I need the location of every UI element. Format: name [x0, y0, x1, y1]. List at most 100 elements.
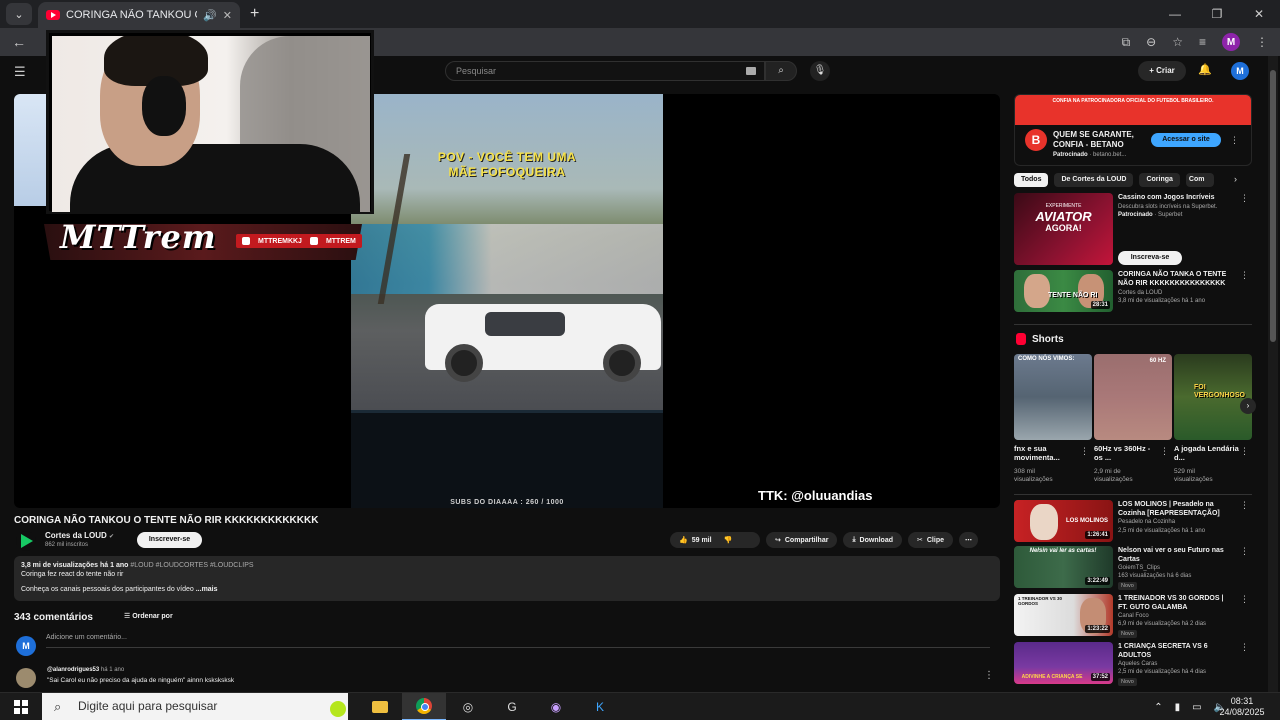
shorts-next-icon[interactable]: ›: [1240, 398, 1256, 414]
keyboard-icon[interactable]: [746, 67, 756, 75]
list-item[interactable]: ADIVINHE A CRIANÇA SE 37:52 1 CRIANÇA SE…: [1014, 642, 1254, 686]
browser-profile-avatar[interactable]: M: [1222, 33, 1240, 51]
short-item[interactable]: COMO NÓS VIMOS: fnx e sua movimenta... 3…: [1014, 354, 1092, 484]
short2-meta: 2,9 mi de visualizações: [1094, 468, 1172, 484]
recommended-video[interactable]: TENTE NÃO RI 28:31 CORINGA NÃO TANKA O T…: [1014, 270, 1254, 314]
more-actions-button[interactable]: ⋯: [959, 532, 978, 548]
chip-from-channel[interactable]: De Cortes da LOUD: [1054, 173, 1134, 187]
voice-search-icon[interactable]: 🎙: [810, 61, 830, 81]
page-scrollbar[interactable]: [1268, 56, 1278, 692]
ad-more-icon[interactable]: ⋮: [1230, 135, 1239, 146]
video2-channel[interactable]: GoiemTS_Clips: [1118, 565, 1160, 571]
create-label: Criar: [1156, 66, 1175, 75]
list-item[interactable]: LOS MOLINOS 1:26:41 LOS MOLINOS | Pesade…: [1014, 500, 1254, 544]
search-input[interactable]: Pesquisar: [445, 61, 765, 81]
youtube-small-icon: [309, 237, 318, 245]
close-tab-icon[interactable]: ✕: [223, 9, 232, 22]
windows-start-icon[interactable]: [14, 700, 28, 714]
browser-tab[interactable]: CORINGA NÃO TANKOU O 🔊 ✕: [38, 2, 240, 28]
video3-more-icon[interactable]: ⋮: [1240, 594, 1249, 605]
cast-icon[interactable]: ⧉: [1122, 35, 1131, 50]
video1-title[interactable]: LOS MOLINOS | Pesadelo na Cozinha [REAPR…: [1118, 500, 1230, 518]
taskbar-clock[interactable]: 08:31 24/08/2025: [1218, 696, 1266, 718]
youtube-account-avatar[interactable]: M: [1231, 62, 1249, 80]
list-item[interactable]: 1 TREINADOR VS 30 GORDOS 1:23:22 1 TREIN…: [1014, 594, 1254, 638]
zoom-icon[interactable]: ⊖: [1146, 35, 1156, 49]
dislike-icon[interactable]: 👎: [724, 536, 733, 544]
usb-icon[interactable]: ▮: [1175, 702, 1181, 713]
description-box[interactable]: 3,8 mi de visualizações há 1 ano #LOUD #…: [14, 556, 1000, 601]
video4-channel[interactable]: Aqueles Caras: [1118, 661, 1157, 667]
short3-thumbnail: FOI VERGONHOSO: [1174, 354, 1252, 440]
chrome-icon[interactable]: [402, 693, 446, 720]
tab-search-button[interactable]: ⌄: [6, 3, 32, 25]
file-explorer-icon[interactable]: [358, 693, 402, 720]
network-icon[interactable]: ▭: [1192, 702, 1201, 713]
sort-comments-button[interactable]: ☰ Ordenar por: [124, 612, 173, 620]
short3-more-icon[interactable]: ⋮: [1240, 446, 1249, 457]
sponsored-ad-card[interactable]: CONFIA NA PATROCINADORA OFICIAL DO FUTEB…: [1014, 94, 1252, 166]
download-button[interactable]: ⤓ Download: [843, 532, 902, 548]
hashtags[interactable]: #LOUD #LOUDCORTES #LOUDCLIPS: [130, 562, 253, 569]
subscribe-button[interactable]: Inscrever-se: [137, 532, 202, 548]
short-item[interactable]: 60 HZ 60Hz vs 360Hz - os ... 2,9 mi de vi…: [1094, 354, 1172, 484]
notifications-bell-icon[interactable]: 🔔: [1198, 63, 1212, 76]
tray-chevron-icon[interactable]: ⌃: [1154, 702, 1162, 713]
sponsored-recommendation[interactable]: EXPERIMENTE AVIATOR AGORA! Cassino com J…: [1014, 193, 1254, 267]
video4-title[interactable]: 1 CRIANÇA SECRETA VS 6 ADULTOS: [1118, 642, 1230, 660]
short2-more-icon[interactable]: ⋮: [1160, 446, 1169, 457]
rec1-more-icon[interactable]: ⋮: [1240, 270, 1249, 281]
channel-avatar[interactable]: [16, 531, 36, 551]
video3-channel[interactable]: Canal Foco: [1118, 613, 1149, 619]
short1-more-icon[interactable]: ⋮: [1080, 446, 1089, 457]
video1-channel[interactable]: Pesadelo na Cozinha: [1118, 519, 1175, 525]
restore-button[interactable]: ❐: [1196, 0, 1238, 28]
video1-more-icon[interactable]: ⋮: [1240, 500, 1249, 511]
channel-name[interactable]: Cortes da LOUD ✔: [45, 531, 114, 540]
chip-coringa[interactable]: Coringa: [1139, 173, 1180, 187]
rec-ad-title[interactable]: Cassino com Jogos Incríveis: [1118, 193, 1230, 202]
video4-more-icon[interactable]: ⋮: [1240, 642, 1249, 653]
browser-menu-icon[interactable]: ⋮: [1256, 35, 1268, 49]
chips-next-icon[interactable]: ›: [1234, 174, 1237, 184]
hamburger-menu-icon[interactable]: ☰: [14, 64, 26, 80]
close-window-button[interactable]: ✕: [1238, 0, 1280, 28]
description-more-link[interactable]: ...mais: [196, 586, 218, 593]
comment-author[interactable]: @alanrodrigues53 há 1 ano: [47, 667, 124, 673]
comment-more-icon[interactable]: ⋮: [984, 670, 994, 681]
taskbar-search-input[interactable]: ⌕ Digite aqui para pesquisar: [42, 693, 348, 720]
chip-com[interactable]: Com: [1185, 173, 1214, 187]
video2-title[interactable]: Nelson vai ver o seu Futuro nas Cartas: [1118, 546, 1230, 564]
media-control-icon[interactable]: ≡: [1199, 35, 1206, 49]
rec-ad-subscribe-button[interactable]: Inscreva-se: [1118, 251, 1182, 265]
new-tab-button[interactable]: +: [250, 5, 259, 23]
video3-title[interactable]: 1 TREINADOR VS 30 GORDOS | FT. GUTO GALA…: [1118, 594, 1230, 612]
search-button[interactable]: ⌕: [765, 61, 797, 81]
video2-more-icon[interactable]: ⋮: [1240, 546, 1249, 557]
commenter-avatar[interactable]: [16, 668, 36, 688]
app-icon-4[interactable]: K: [578, 693, 622, 720]
like-count: 59 mil: [691, 536, 712, 544]
rec1-channel[interactable]: Cortes da LOUD: [1118, 290, 1162, 296]
like-dislike-button[interactable]: 👍 59 mil 👎: [670, 532, 760, 548]
rec-ad-more-icon[interactable]: ⋮: [1240, 193, 1249, 204]
visit-site-button[interactable]: Acessar o site: [1151, 133, 1221, 147]
create-button[interactable]: + Criar: [1138, 61, 1186, 81]
add-comment-input[interactable]: Adicione um comentário...: [46, 634, 990, 648]
list-item[interactable]: Nelsin vai ler as cartas! 3:22:49 Nelson…: [1014, 546, 1254, 590]
short-item[interactable]: FOI VERGONHOSO A jogada Lendária d... 52…: [1174, 354, 1252, 484]
share-button[interactable]: ↪ Compartilhar: [766, 532, 838, 548]
chip-all[interactable]: Todos: [1014, 173, 1049, 187]
back-arrow-icon[interactable]: ←: [12, 34, 26, 50]
scrollbar-thumb[interactable]: [1270, 70, 1276, 342]
social-handle-2: MTTREM: [325, 237, 356, 245]
subs-counter: SUBS DO DIAAAA : 260 / 1000: [450, 499, 564, 506]
clip-button[interactable]: ✂ Clipe: [908, 532, 953, 548]
app-icon-3[interactable]: ◉: [534, 693, 578, 720]
bookmark-star-icon[interactable]: ☆: [1172, 35, 1183, 49]
minimize-button[interactable]: —: [1154, 0, 1196, 28]
rec1-title[interactable]: CORINGA NÃO TANKA O TENTE NÃO RIR KKKKKK…: [1118, 270, 1230, 288]
app-icon-2[interactable]: G: [490, 693, 534, 720]
app-icon-1[interactable]: ◎: [446, 693, 490, 720]
speaker-icon[interactable]: 🔊: [203, 9, 217, 22]
